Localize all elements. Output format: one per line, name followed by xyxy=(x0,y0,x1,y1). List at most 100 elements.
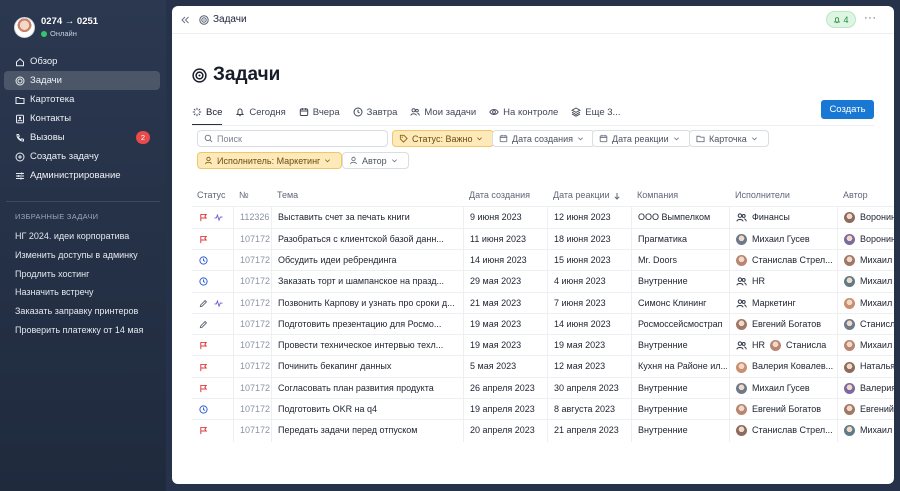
author: Воронин xyxy=(837,207,894,229)
reaction-date: 12 июня 2023 xyxy=(547,207,629,229)
sidebar-item-1[interactable]: Задачи xyxy=(4,71,160,90)
company: Внутренние xyxy=(631,335,727,357)
tab-3[interactable]: Завтра xyxy=(353,102,397,122)
avatar xyxy=(736,318,747,330)
search-input[interactable]: Поиск xyxy=(217,134,242,144)
search-box[interactable]: Поиск xyxy=(197,130,388,147)
task-subject[interactable]: Обсудить идеи ребрендинга xyxy=(271,249,461,272)
column-header-5[interactable]: Компания xyxy=(631,185,727,206)
reaction-date: 8 августа 2023 xyxy=(547,399,629,421)
table-row[interactable]: 107172 Согласовать план развития продукта… xyxy=(192,376,894,399)
favorite-task-1[interactable]: Изменить доступы в админку xyxy=(15,246,165,265)
task-subject[interactable]: Заказать торт и шампанское на празд... xyxy=(271,271,461,293)
avatar xyxy=(844,382,855,394)
create-task-button[interactable]: Создать xyxy=(821,100,874,119)
avatar xyxy=(770,340,781,352)
notifications-button[interactable]: 4 xyxy=(826,11,856,28)
sidebar-item-4[interactable]: Вызовы 2 xyxy=(4,128,160,147)
collapse-sidebar-icon[interactable] xyxy=(180,15,190,25)
task-subject[interactable]: Передать задачи перед отпуском xyxy=(271,420,461,442)
task-subject[interactable]: Согласовать план развития продукта xyxy=(271,377,461,399)
avatar[interactable] xyxy=(14,16,35,38)
filter-status[interactable]: Статус: Важно xyxy=(392,130,495,147)
filter-assignee[interactable]: Исполнитель: Маркетинг xyxy=(197,152,343,169)
tabs-divider xyxy=(192,125,874,126)
target-icon xyxy=(199,15,209,25)
table-row[interactable]: 107172 Провести техническое интервью техл… xyxy=(192,334,894,357)
chevron-down-icon xyxy=(673,137,679,141)
tab-2[interactable]: Вчера xyxy=(299,102,340,122)
assignee: Станислав Стрел... xyxy=(729,420,835,442)
filter-reaction-label: Дата реакции xyxy=(612,133,669,144)
favorite-task-2[interactable]: Продлить хостинг xyxy=(15,265,165,284)
company: Кухня на Районе ил... xyxy=(631,356,727,378)
table-row[interactable]: 107172 Обсудить идеи ребрендинга 14 июня 2… xyxy=(192,248,894,272)
task-subject[interactable]: Разобраться с клиентской базой данн... xyxy=(271,228,461,250)
assignee-extra-name: Станисла xyxy=(786,340,827,351)
sidebar-item-5[interactable]: Создать задачу xyxy=(4,147,160,166)
notifications-count: 4 xyxy=(843,14,849,25)
table-row[interactable]: 112326 Выставить счет за печать книги 9 ию… xyxy=(192,206,894,229)
table-row[interactable]: 107172 Заказать торт и шампанское на праз… xyxy=(192,270,894,293)
users-icon xyxy=(736,299,747,308)
assignee: Финансы xyxy=(729,207,835,229)
column-header-2[interactable]: Тема xyxy=(271,185,461,206)
sidebar-item-6[interactable]: Администрирование xyxy=(4,166,160,185)
task-subject[interactable]: Выставить счет за печать книги xyxy=(271,207,461,229)
favorite-task-4[interactable]: Заказать заправку принтеров xyxy=(15,302,165,321)
filter-card[interactable]: Карточка xyxy=(689,130,769,147)
tab-6[interactable]: Еще 3... xyxy=(571,102,620,122)
avatar xyxy=(736,425,747,437)
reaction-date: 18 июня 2023 xyxy=(547,228,629,250)
filter-reaction-date[interactable]: Дата реакции xyxy=(592,130,691,147)
table-row[interactable]: 107172 Подготовить OKR на q4 19 апреля 202… xyxy=(192,398,894,421)
task-subject[interactable]: Провести техническое интервью техл... xyxy=(271,335,461,357)
profile[interactable]: 0274 → 0251 Онлайн xyxy=(14,16,98,38)
filter-created-date[interactable]: Дата создания xyxy=(492,130,595,147)
favorite-task-3[interactable]: Назначить встречу xyxy=(15,283,165,302)
table-row[interactable]: 107172 Позвонить Карпову и узнать про сро… xyxy=(192,291,894,314)
assignee: Валерия Ковалев... xyxy=(729,356,835,378)
more-menu-button[interactable]: ··· xyxy=(864,12,877,24)
column-header-1[interactable]: № xyxy=(233,185,270,206)
table-row[interactable]: 107172 Починить бекапинг данных 5 мая 2023… xyxy=(192,355,894,378)
author-name: Воронин xyxy=(860,212,894,223)
reaction-date: 21 апреля 2023 xyxy=(547,420,629,442)
table-row[interactable]: 107172 Подготовить презентацию для Росмо.… xyxy=(192,312,894,336)
assignee-name: Станислав Стрел... xyxy=(752,425,833,436)
column-header-4[interactable]: Дата реакции xyxy=(547,185,629,206)
task-subject[interactable]: Подготовить OKR на q4 xyxy=(271,399,461,421)
column-header-0[interactable]: Статус xyxy=(192,185,232,206)
task-subject[interactable]: Починить бекапинг данных xyxy=(271,356,461,378)
task-number: 107172 xyxy=(233,356,270,378)
sort-arrow-down-icon[interactable] xyxy=(613,192,621,200)
tab-1[interactable]: Сегодня xyxy=(235,102,286,122)
task-subject[interactable]: Позвонить Карпову и узнать про сроки д..… xyxy=(271,292,461,314)
sidebar-item-label: Создать задачу xyxy=(30,151,99,162)
table-row[interactable]: 107172 Разобраться с клиентской базой дан… xyxy=(192,227,894,250)
task-number: 112326 xyxy=(233,207,270,229)
task-subject[interactable]: Подготовить презентацию для Росмо... xyxy=(271,313,461,336)
filter-author[interactable]: Автор xyxy=(342,152,409,169)
author: Станисл xyxy=(837,313,894,336)
author-name: Михаил xyxy=(860,425,893,436)
column-header-7[interactable]: Автор xyxy=(837,185,894,206)
phone-icon xyxy=(16,133,24,142)
author-name: Михаил xyxy=(860,340,893,351)
plus-circle-icon xyxy=(15,152,25,162)
created-date: 5 мая 2023 xyxy=(463,356,545,378)
sidebar-item-2[interactable]: Картотека xyxy=(4,90,160,109)
folder-icon xyxy=(15,96,25,104)
tab-5[interactable]: На контроле xyxy=(489,102,558,122)
status-cell xyxy=(192,399,232,420)
column-header-6[interactable]: Исполнители xyxy=(729,185,835,206)
avatar xyxy=(844,297,855,309)
sidebar-item-0[interactable]: Обзор xyxy=(4,52,160,71)
favorite-task-0[interactable]: НГ 2024. идеи корпоратива xyxy=(15,227,165,246)
table-row[interactable]: 107172 Передать задачи перед отпуском 20 а… xyxy=(192,419,894,442)
tab-4[interactable]: Мои задачи xyxy=(410,102,476,122)
sidebar-item-3[interactable]: Контакты xyxy=(4,109,160,128)
tab-0[interactable]: Все xyxy=(192,102,223,126)
column-header-3[interactable]: Дата создания xyxy=(463,185,545,206)
favorite-task-5[interactable]: Проверить платежку от 14 мая xyxy=(15,321,165,340)
